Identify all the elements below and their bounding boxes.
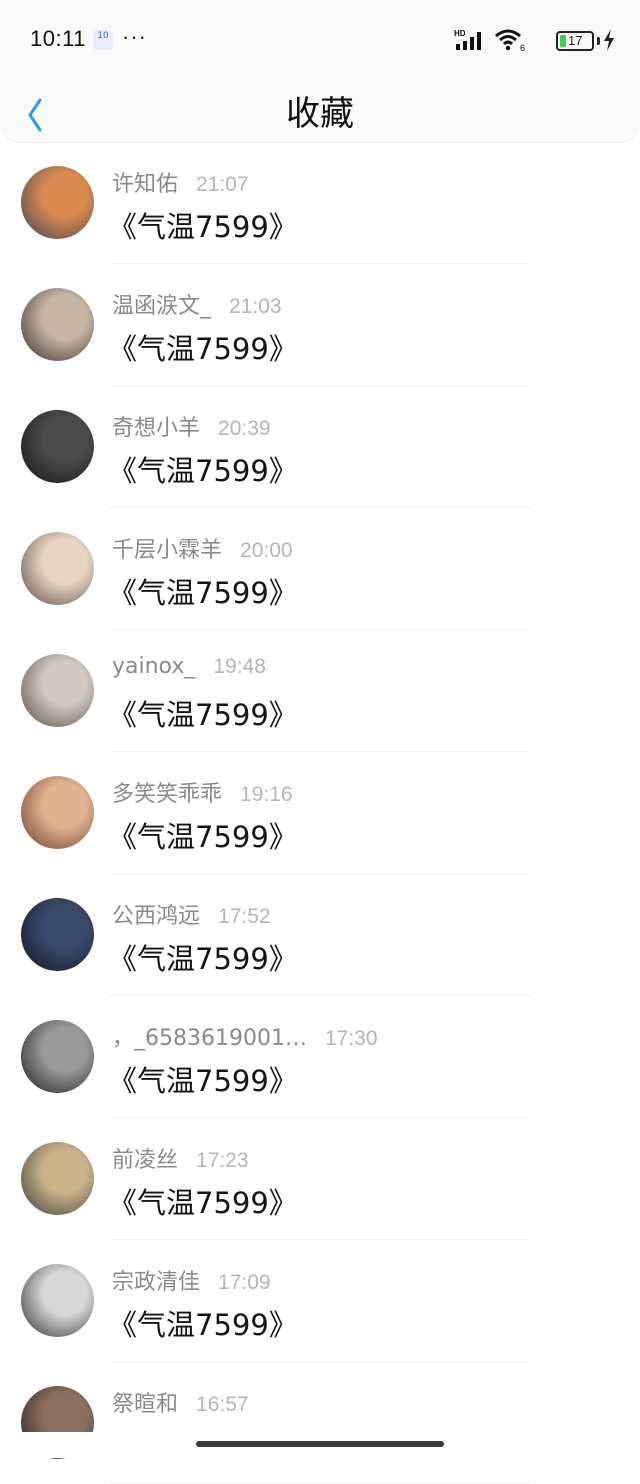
wifi-icon: 6 <box>495 29 525 52</box>
favorites-list: 许知佑 21:07 《气温7599》 温函涙文_ 21:03 《气温7599》 奇想小羊 20… <box>0 142 640 1484</box>
item-meta: 祭暄和 16:57 <box>112 1386 249 1418</box>
status-bar: 10:11 10 ··· HD 6 17 <box>0 0 640 80</box>
user-name[interactable]: 公西鸿远 <box>112 904 200 929</box>
item-meta: 千层小霖羊 20:00 <box>112 532 293 564</box>
charging-bolt-icon <box>604 29 614 51</box>
list-item[interactable]: 温函涙文_ 21:03 《气温7599》 <box>0 264 640 386</box>
timestamp: 17:52 <box>218 905 271 928</box>
avatar[interactable] <box>21 1020 94 1093</box>
battery-cap <box>597 37 600 45</box>
cellular-signal-icon: HD <box>454 29 481 50</box>
timestamp: 19:48 <box>213 655 266 678</box>
battery-icon: 17 <box>556 31 594 51</box>
item-meta: 宗政清佳 17:09 <box>112 1264 271 1296</box>
item-title[interactable]: 《气温7599》 <box>108 1180 298 1222</box>
network-label: HD <box>454 29 466 38</box>
timestamp: 20:00 <box>240 539 293 562</box>
item-meta: ，_6583619001… 17:30 <box>112 1020 378 1052</box>
list-item[interactable]: 多笑笑乖乖 19:16 《气温7599》 <box>0 752 640 874</box>
avatar[interactable] <box>21 166 94 239</box>
timestamp: 16:57 <box>196 1393 249 1416</box>
item-title[interactable]: 《气温7599》 <box>108 814 298 856</box>
user-name[interactable]: 许知佑 <box>112 172 178 197</box>
user-name[interactable]: 奇想小羊 <box>112 416 200 441</box>
timestamp: 17:09 <box>218 1271 271 1294</box>
calendar-notification-icon: 10 <box>93 30 113 50</box>
list-item[interactable]: 奇想小羊 20:39 《气温7599》 <box>0 386 640 508</box>
item-title[interactable]: 《气温7599》 <box>108 570 298 612</box>
item-title[interactable]: 《气温7599》 <box>108 448 298 490</box>
user-name[interactable]: yainox_ <box>112 654 195 679</box>
item-meta: 奇想小羊 20:39 <box>112 410 271 442</box>
page-title: 收藏 <box>286 94 354 134</box>
item-title[interactable]: 《气温7599》 <box>108 692 298 734</box>
avatar[interactable] <box>21 776 94 849</box>
item-meta: 温函涙文_ 21:03 <box>112 288 282 320</box>
avatar[interactable] <box>21 410 94 483</box>
list-item[interactable]: 宗政清佳 17:09 《气温7599》 <box>0 1240 640 1362</box>
timestamp: 21:07 <box>196 173 249 196</box>
user-name[interactable]: 千层小霖羊 <box>112 538 222 563</box>
avatar[interactable] <box>21 898 94 971</box>
list-item[interactable]: 祭暄和 16:57 <box>0 1362 640 1484</box>
status-icons: HD 6 17 <box>416 28 616 52</box>
battery-level: 17 <box>568 33 583 48</box>
avatar[interactable] <box>21 532 94 605</box>
more-notifications-icon: ··· <box>122 24 147 49</box>
home-indicator[interactable] <box>196 1441 444 1447</box>
avatar[interactable] <box>21 1142 94 1215</box>
user-name[interactable]: 宗政清佳 <box>112 1270 200 1295</box>
avatar[interactable] <box>21 654 94 727</box>
list-item[interactable]: 许知佑 21:07 《气温7599》 <box>0 142 640 264</box>
item-title[interactable]: 《气温7599》 <box>108 1302 298 1344</box>
item-meta: 公西鸿远 17:52 <box>112 898 271 930</box>
item-title[interactable]: 《气温7599》 <box>108 1058 298 1100</box>
user-name[interactable]: 前凌丝 <box>112 1148 178 1173</box>
timestamp: 17:30 <box>324 1027 378 1050</box>
list-item[interactable]: 前凌丝 17:23 《气温7599》 <box>0 1118 640 1240</box>
battery-fill <box>560 35 566 47</box>
list-item[interactable]: 公西鸿远 17:52 《气温7599》 <box>0 874 640 996</box>
user-name[interactable]: 多笑笑乖乖 <box>112 782 222 807</box>
list-item[interactable]: yainox_ 19:48 《气温7599》 <box>0 630 640 752</box>
item-meta: 多笑笑乖乖 19:16 <box>112 776 293 808</box>
item-title[interactable]: 《气温7599》 <box>108 204 298 246</box>
timestamp: 19:16 <box>240 783 293 806</box>
user-name[interactable]: 温函涙文_ <box>112 294 211 319</box>
item-meta: 前凌丝 17:23 <box>112 1142 249 1174</box>
user-name[interactable]: ，_6583619001… <box>112 1026 307 1051</box>
wifi-sub-label: 6 <box>520 43 525 52</box>
status-time: 10:11 <box>30 26 86 51</box>
item-title[interactable]: 《气温7599》 <box>108 326 298 368</box>
user-name[interactable]: 祭暄和 <box>112 1392 178 1417</box>
timestamp: 17:23 <box>196 1149 249 1172</box>
item-meta: yainox_ 19:48 <box>112 654 266 679</box>
avatar[interactable] <box>21 288 94 361</box>
list-item[interactable]: ，_6583619001… 17:30 《气温7599》 <box>0 996 640 1118</box>
item-title[interactable]: 《气温7599》 <box>108 936 298 978</box>
timestamp: 20:39 <box>218 417 271 440</box>
avatar[interactable] <box>21 1264 94 1337</box>
nav-bar: 收藏 <box>0 80 640 143</box>
item-meta: 许知佑 21:07 <box>112 166 249 198</box>
timestamp: 21:03 <box>229 295 282 318</box>
list-item[interactable]: 千层小霖羊 20:00 《气温7599》 <box>0 508 640 630</box>
